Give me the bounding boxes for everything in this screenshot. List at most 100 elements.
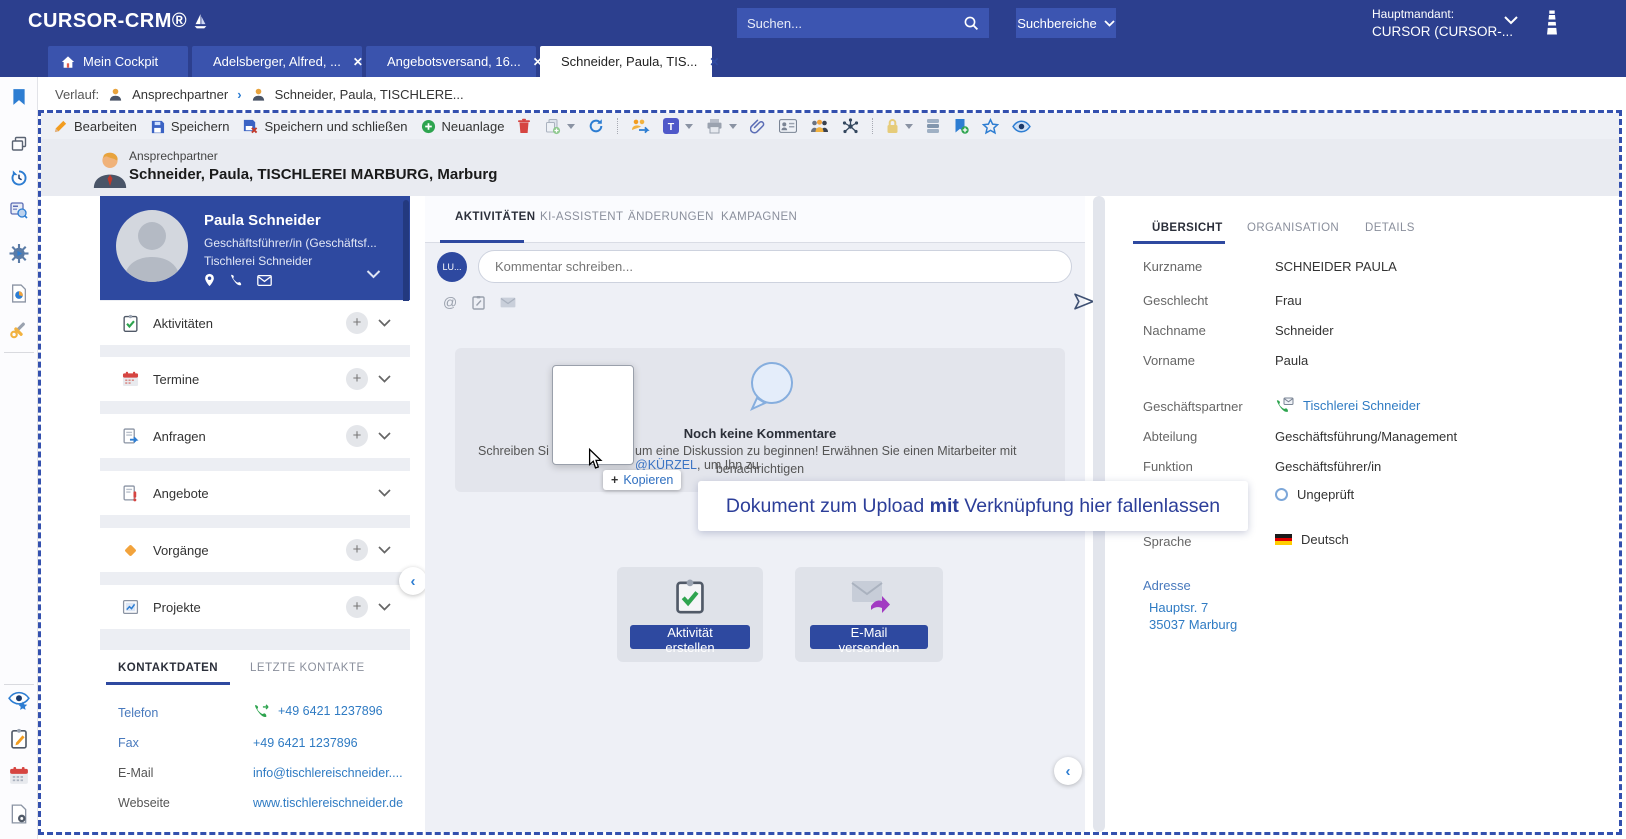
task-clipboard-icon[interactable] xyxy=(472,295,485,310)
section-vorgaenge[interactable]: Vorgänge + xyxy=(100,528,410,572)
webseite-value[interactable]: www.tischlereischneider.de xyxy=(253,796,403,810)
delete-button[interactable] xyxy=(517,118,531,134)
add-anfrage-button[interactable]: + xyxy=(346,425,368,447)
clipboard-edit-icon[interactable] xyxy=(9,728,28,749)
collapse-right-panel-button[interactable]: ‹ xyxy=(1054,757,1082,785)
calendar-icon[interactable] xyxy=(9,766,29,785)
bookmark-add-button[interactable] xyxy=(953,118,970,134)
user-avatar[interactable]: LU... xyxy=(437,252,467,282)
chevron-down-icon[interactable] xyxy=(378,603,391,611)
close-icon[interactable]: ✕ xyxy=(709,55,719,69)
chevron-down-icon[interactable] xyxy=(378,546,391,554)
print-button[interactable] xyxy=(706,118,738,134)
relations-network-button[interactable] xyxy=(842,117,859,135)
data-layers-button[interactable] xyxy=(926,118,940,134)
teams-button[interactable]: T xyxy=(663,118,694,134)
add-vorgang-button[interactable]: + xyxy=(346,539,368,561)
email-value[interactable]: info@tischlereischneider.... xyxy=(253,766,403,780)
ungeprueft-radio[interactable] xyxy=(1275,488,1288,501)
tab-ki-assistent[interactable]: KI-ASSISTENT xyxy=(540,211,623,223)
tab-aenderungen[interactable]: ÄNDERUNGEN xyxy=(628,211,714,223)
tenant-selector[interactable]: Hauptmandant: CURSOR (CURSOR-... xyxy=(1372,6,1513,40)
tab-kampagnen[interactable]: KAMPAGNEN xyxy=(721,211,797,223)
mail-icon[interactable] xyxy=(500,297,516,308)
create-activity-button[interactable]: Aktivität erstellen xyxy=(630,625,750,655)
windows-stack-icon[interactable] xyxy=(10,136,27,152)
refresh-button[interactable] xyxy=(588,118,604,134)
new-record-button[interactable]: Neuanlage xyxy=(421,119,504,134)
section-aktivitaeten[interactable]: Aktivitäten + xyxy=(100,301,410,345)
search-icon[interactable] xyxy=(953,8,989,38)
save-button[interactable]: Speichern xyxy=(150,119,229,134)
mention-at-icon[interactable]: @ xyxy=(443,294,457,310)
breadcrumb-item-schneider[interactable]: Schneider, Paula, TISCHLERE... xyxy=(275,87,464,102)
fax-value[interactable]: +49 6421 1237896 xyxy=(253,736,358,750)
chevron-down-icon[interactable] xyxy=(378,375,391,383)
tab-aktivitaeten[interactable]: AKTIVITÄTEN xyxy=(455,211,535,223)
add-projekt-button[interactable]: + xyxy=(346,596,368,618)
edit-button[interactable]: Bearbeiten xyxy=(53,119,137,134)
profile-avatar[interactable] xyxy=(116,210,188,282)
no-comments-empty-state: Noch keine Kommentare Schreiben Si um ei… xyxy=(455,348,1065,492)
search-input[interactable] xyxy=(737,15,953,31)
favorite-star-button[interactable] xyxy=(982,117,1000,135)
tab-kontaktdaten[interactable]: KONTAKTDATEN xyxy=(118,662,218,674)
tab-schneider-paula[interactable]: Schneider, Paula, TIS... ✕ xyxy=(540,46,719,77)
geschaeftspartner-link[interactable]: Tischlerei Schneider xyxy=(1303,398,1420,413)
chevron-down-icon[interactable] xyxy=(378,432,391,440)
copy-button[interactable] xyxy=(544,118,576,135)
add-aktivitaet-button[interactable]: + xyxy=(346,312,368,334)
section-angebote[interactable]: Angebote xyxy=(100,471,410,515)
tab-uebersicht[interactable]: ÜBERSICHT xyxy=(1152,222,1223,234)
collapse-left-panel-button[interactable]: ‹ xyxy=(399,567,427,595)
adresse-line1[interactable]: Hauptsr. 7 xyxy=(1149,600,1208,615)
ungeprueft-label: Ungeprüft xyxy=(1297,487,1355,502)
telefon-label: Telefon xyxy=(118,706,159,720)
telefon-value[interactable]: +49 6421 1237896 xyxy=(278,704,383,718)
transfer-contact-button[interactable] xyxy=(631,118,651,134)
document-settings-icon[interactable] xyxy=(10,804,28,824)
breadcrumb-item-ansprechpartner[interactable]: Ansprechpartner xyxy=(132,87,228,102)
record-search-icon[interactable] xyxy=(9,202,28,219)
send-comment-icon[interactable] xyxy=(1073,292,1095,311)
mail-icon[interactable] xyxy=(257,274,272,286)
add-termin-button[interactable]: + xyxy=(346,368,368,390)
teams-dropdown-caret[interactable] xyxy=(685,123,694,129)
history-icon[interactable] xyxy=(10,169,28,187)
comment-input[interactable] xyxy=(478,250,1072,283)
report-pie-icon[interactable] xyxy=(10,284,27,303)
tab-mein-cockpit[interactable]: Mein Cockpit xyxy=(48,46,188,77)
contact-card-button[interactable] xyxy=(779,119,798,133)
close-icon[interactable]: ✕ xyxy=(353,55,363,69)
tab-angebotsversand[interactable]: Angebotsversand, 16... ✕ xyxy=(366,46,543,77)
section-termine[interactable]: Termine + xyxy=(100,357,410,401)
send-email-button[interactable]: E-Mail versenden xyxy=(810,625,928,655)
eye-star-icon[interactable] xyxy=(7,690,30,712)
people-group-button[interactable] xyxy=(810,119,829,133)
phone-icon[interactable] xyxy=(229,273,243,287)
section-anfragen[interactable]: Anfragen + xyxy=(100,414,410,458)
watch-eye-button[interactable] xyxy=(1012,119,1032,133)
location-pin-icon[interactable] xyxy=(204,273,215,287)
lighthouse-icon[interactable] xyxy=(1543,9,1561,36)
section-projekte[interactable]: Projekte + xyxy=(100,585,410,629)
tab-organisation[interactable]: ORGANISATION xyxy=(1247,222,1339,234)
print-dropdown-caret[interactable] xyxy=(729,123,738,129)
profile-expand-chevron-down-icon[interactable] xyxy=(366,270,381,279)
save-close-button[interactable]: Speichern und schließen xyxy=(242,118,408,134)
tenant-chevron-down-icon[interactable] xyxy=(1504,16,1518,25)
attachment-button[interactable] xyxy=(750,118,766,134)
process-gear-icon[interactable] xyxy=(9,244,28,263)
adresse-line2[interactable]: 35037 Marburg xyxy=(1149,617,1237,632)
tools-icon[interactable] xyxy=(9,320,28,339)
bookmark-icon[interactable] xyxy=(11,88,27,106)
lock-dropdown-caret[interactable] xyxy=(905,123,914,129)
tab-adelsberger[interactable]: Adelsberger, Alfred, ... ✕ xyxy=(192,46,363,77)
lock-button[interactable] xyxy=(886,118,914,134)
copy-dropdown-caret[interactable] xyxy=(567,123,576,129)
search-scope-button[interactable]: Suchbereiche xyxy=(1016,8,1116,38)
tab-details[interactable]: DETAILS xyxy=(1365,222,1415,234)
chevron-down-icon[interactable] xyxy=(378,489,391,497)
tab-letzte-kontakte[interactable]: LETZTE KONTAKTE xyxy=(250,662,365,674)
chevron-down-icon[interactable] xyxy=(378,319,391,327)
